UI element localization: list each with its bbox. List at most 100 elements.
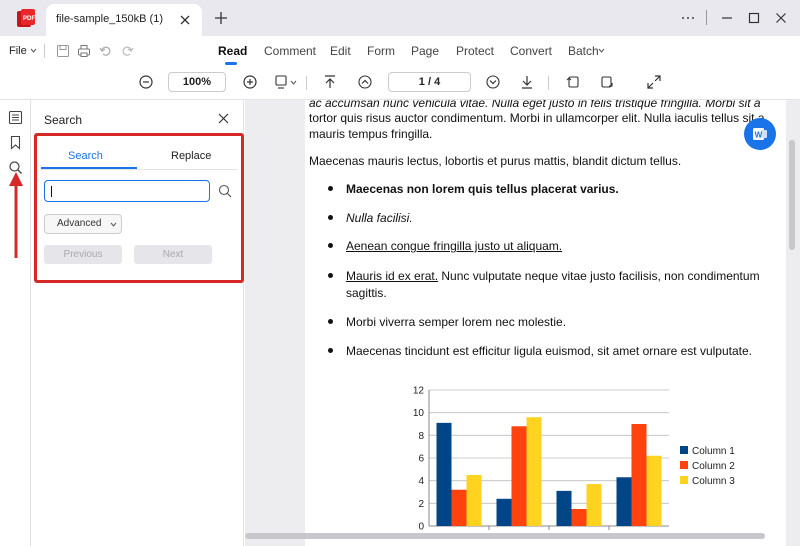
previous-page-icon[interactable] [357,74,373,90]
bar-column-3 [466,475,482,526]
y-tick-label: 2 [418,499,424,510]
paragraph-line: ac accumsan nunc vehicula vitae. Nulla e… [309,100,761,110]
chevron-down-icon [110,222,117,227]
bullet [328,243,333,248]
document-tab[interactable]: file-sample_150kB (1) [46,4,202,36]
file-menu[interactable]: File [9,45,27,57]
more-options-icon[interactable] [680,10,696,26]
redo-icon[interactable] [120,44,134,58]
bar-column-2 [451,489,467,526]
legend-label: Column 3 [692,476,735,487]
bullet [328,186,333,191]
zoom-level-field[interactable]: 100% [168,72,226,92]
legend-swatch [680,461,688,469]
panel-title: Search [44,113,83,127]
bullet [328,319,333,324]
print-icon[interactable] [77,44,91,58]
list-item: Nulla facilisi. [346,211,413,225]
tab-replace[interactable]: Replace [171,150,211,162]
left-rail [0,100,31,546]
tab-title: file-sample_150kB (1) [56,13,163,25]
y-tick-label: 0 [418,522,424,533]
legend-swatch [680,446,688,454]
list-item: Aenean congue fringilla justo ut aliquam… [346,239,563,253]
bar-column-2 [631,424,647,526]
tab-read[interactable]: Read [218,44,247,58]
convert-to-word-button[interactable]: W [744,118,776,150]
tab-protect[interactable]: Protect [456,44,494,58]
divider [306,76,307,90]
paragraph-line: tortor quis risus auctor condimentum. Mo… [309,111,765,125]
y-tick-label: 10 [413,408,425,419]
y-tick-label: 12 [413,386,425,397]
close-window-icon[interactable] [773,10,789,26]
thumbnails-icon[interactable] [8,110,23,125]
bar-column-2 [511,426,527,526]
minimize-icon[interactable] [719,10,735,26]
zoom-out-icon[interactable] [138,74,154,90]
new-tab-icon[interactable] [213,10,229,26]
rotate-left-icon[interactable] [565,74,581,90]
tab-edit[interactable]: Edit [330,44,351,58]
legend-swatch [680,476,688,484]
tab-batch[interactable]: Batch [568,44,599,58]
tab-search[interactable]: Search [68,150,103,162]
list-item-continuation: sagittis. [346,286,387,300]
previous-button[interactable]: Previous [44,245,122,264]
save-icon[interactable] [56,44,70,58]
arrow-up-annotation-icon [9,172,23,258]
close-tab-icon[interactable] [177,12,193,28]
divider [548,76,549,90]
bar-column-1 [436,422,452,526]
window-controls-divider [706,10,707,25]
toolbar: 100% 1 / 4 [0,66,800,100]
text-cursor [51,186,52,197]
active-tab-indicator [41,167,137,169]
title-bar: PDF file-sample_150kB (1) [0,0,800,36]
next-button[interactable]: Next [134,245,212,264]
view-mode-icon[interactable] [274,74,290,90]
bullet [328,348,333,353]
tab-form[interactable]: Form [367,44,395,58]
search-icon[interactable] [218,184,232,198]
bar-column-2 [571,509,587,526]
chevron-down-icon [290,80,297,85]
divider [44,44,45,58]
close-icon[interactable] [218,113,229,124]
first-page-icon[interactable] [322,74,338,90]
bar-column-1 [556,490,572,526]
tab-page[interactable]: Page [411,44,439,58]
svg-text:W: W [755,131,763,140]
legend-label: Column 2 [692,461,735,472]
horizontal-scrollbar[interactable] [245,533,765,539]
undo-icon[interactable] [99,44,113,58]
bar-column-1 [616,477,632,526]
list-item-text: Nunc vulputate neque vitae justo facilis… [438,269,760,283]
app-logo-icon: PDF [17,9,35,27]
active-tab-indicator [225,62,237,65]
bookmark-icon[interactable] [8,135,23,150]
next-page-icon[interactable] [485,74,501,90]
menu-bar: File Read Comment Edit Form Page Protect… [0,36,800,66]
y-tick-label: 8 [418,431,424,442]
bar-column-3 [646,455,662,526]
bar-column-3 [586,484,602,526]
underlined-text: Mauris id ex erat. [346,269,439,283]
list-item: Maecenas tincidunt est efficitur ligula … [346,344,752,358]
zoom-in-icon[interactable] [242,74,258,90]
maximize-icon[interactable] [746,10,762,26]
page-number-field[interactable]: 1 / 4 [388,72,471,92]
paragraph: Maecenas mauris lectus, lobortis et puru… [309,154,682,168]
chevron-down-icon [30,48,37,53]
tab-comment[interactable]: Comment [264,44,316,58]
search-panel: Search Search Replace Advanced Previous … [32,100,244,546]
vertical-scrollbar[interactable] [789,140,795,250]
fullscreen-icon[interactable] [646,74,662,90]
tab-convert[interactable]: Convert [510,44,552,58]
last-page-icon[interactable] [519,74,535,90]
rotate-right-icon[interactable] [599,74,615,90]
bar-column-1 [496,498,512,526]
search-input[interactable] [44,180,210,202]
word-icon: W [753,128,767,140]
bullet [328,215,333,220]
